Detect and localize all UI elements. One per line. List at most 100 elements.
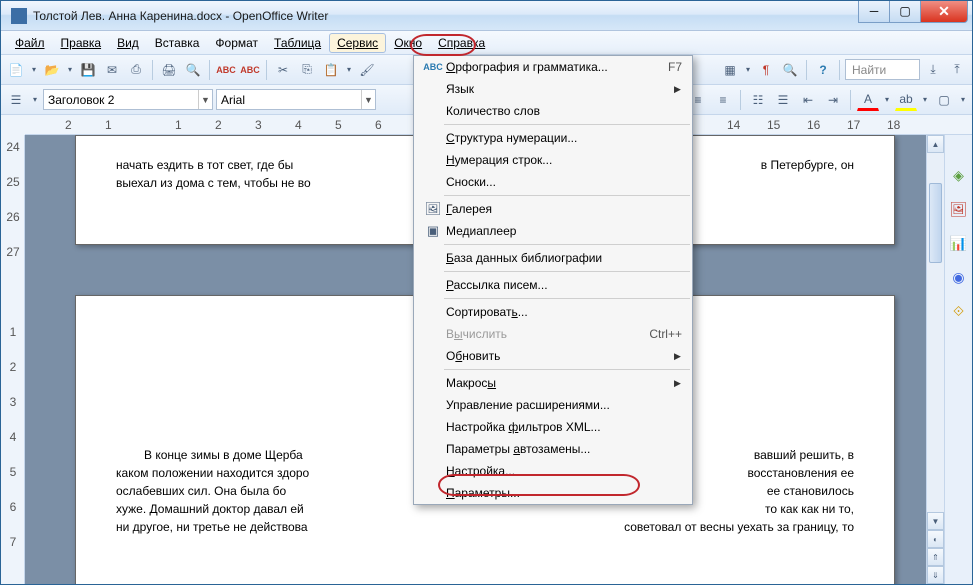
list-number-icon[interactable]: ☷: [747, 89, 769, 111]
menu-language[interactable]: Язык ▶: [414, 78, 692, 100]
maximize-button[interactable]: ▢: [889, 1, 921, 23]
menu-customize[interactable]: Настройка...: [414, 460, 692, 482]
open-dropdown[interactable]: ▾: [65, 65, 75, 74]
paste-dropdown[interactable]: ▾: [344, 65, 354, 74]
body-text: ослабевших сил. Она была бо: [116, 482, 286, 500]
menu-gallery[interactable]: 🖼 Галерея: [414, 198, 692, 220]
minimize-button[interactable]: ─: [858, 1, 890, 23]
font-combo[interactable]: Arial ▼: [216, 89, 376, 110]
scroll-up-icon[interactable]: ▲: [927, 135, 944, 153]
swatch-icon[interactable]: ◉: [949, 267, 969, 287]
submenu-arrow-icon: ▶: [674, 351, 686, 362]
menu-options[interactable]: Параметры...: [414, 482, 692, 504]
preview-icon[interactable]: 🔍: [182, 59, 204, 81]
copy-icon[interactable]: ⎘: [296, 59, 318, 81]
menu-xmlfilter[interactable]: Настройка фильтров XML...: [414, 416, 692, 438]
nav-down-icon[interactable]: ⇓: [927, 566, 944, 584]
nav-up-icon[interactable]: ⇑: [927, 548, 944, 566]
menu-insert[interactable]: Вставка: [147, 33, 208, 53]
title-bar: Толстой Лев. Анна Каренина.docx - OpenOf…: [1, 1, 972, 31]
save-icon[interactable]: 💾: [77, 59, 99, 81]
style-combo[interactable]: Заголовок 2 ▼: [43, 89, 213, 110]
find-input[interactable]: Найти: [845, 59, 920, 80]
body-text: то как как ни то,: [765, 500, 854, 518]
help-icon[interactable]: ?: [812, 59, 834, 81]
new-dropdown[interactable]: ▾: [29, 65, 39, 74]
chart-icon[interactable]: 📊: [949, 233, 969, 253]
body-text: выехал из дома с тем, чтобы не во: [116, 176, 311, 190]
indent-dec-icon[interactable]: ⇤: [797, 89, 819, 111]
new-doc-icon[interactable]: 📄: [5, 59, 27, 81]
menu-view[interactable]: Вид: [109, 33, 147, 53]
scroll-thumb[interactable]: [929, 183, 942, 263]
font-value: Arial: [221, 93, 245, 107]
find-prev-icon[interactable]: ⤒: [946, 59, 968, 81]
paste-icon[interactable]: 📋: [320, 59, 342, 81]
zoom-icon[interactable]: 🔍: [779, 59, 801, 81]
menu-spellcheck[interactable]: ABC Орфография и грамматика... F7: [414, 56, 692, 78]
chevron-down-icon[interactable]: ▼: [361, 90, 375, 109]
menu-format[interactable]: Формат: [207, 33, 266, 53]
style-value: Заголовок 2: [48, 93, 114, 107]
spellcheck-abc-icon[interactable]: ABC: [215, 59, 237, 81]
scroll-down-icon[interactable]: ▼: [927, 512, 944, 530]
menu-tools[interactable]: Сервис: [329, 33, 386, 53]
indent-inc-icon[interactable]: ⇥: [822, 89, 844, 111]
media-icon: ▣: [420, 223, 446, 239]
window-title: Толстой Лев. Анна Каренина.docx - OpenOf…: [33, 9, 859, 23]
print-icon[interactable]: 🖨: [158, 59, 180, 81]
menu-extensions[interactable]: Управление расширениями...: [414, 394, 692, 416]
window-buttons: ─ ▢ ✕: [859, 1, 968, 23]
menu-help[interactable]: Справка: [430, 33, 493, 53]
shortcut: F7: [644, 60, 686, 74]
menu-media[interactable]: ▣ Медиаплеер: [414, 220, 692, 242]
body-text: в Петербурге, он: [761, 156, 854, 174]
body-text: ее становилось: [767, 482, 854, 500]
menu-wordcount[interactable]: Количество слов: [414, 100, 692, 122]
vertical-scrollbar[interactable]: ▲ ▼ ◐ ⇑ ⇓: [926, 135, 944, 584]
cut-icon[interactable]: ✂: [272, 59, 294, 81]
tools-dropdown: ABC Орфография и грамматика... F7 Язык ▶…: [413, 55, 693, 505]
autospell-icon[interactable]: ABC: [239, 59, 261, 81]
vertical-ruler[interactable]: 24 25 26 27 1 2 3 4 5 6 7: [1, 135, 25, 584]
close-button[interactable]: ✕: [920, 1, 968, 23]
list-bullet-icon[interactable]: ☰: [772, 89, 794, 111]
menu-sort[interactable]: Сортировать...: [414, 301, 692, 323]
styles-icon[interactable]: ☰: [5, 89, 27, 111]
font-color-icon[interactable]: A: [857, 89, 879, 111]
menu-update[interactable]: Обновить ▶: [414, 345, 692, 367]
scroll-track[interactable]: [927, 153, 944, 512]
body-text: В конце зимы в доме Щерба: [116, 446, 303, 464]
menu-edit[interactable]: Правка: [53, 33, 110, 53]
menu-file[interactable]: Файл: [7, 33, 53, 53]
menu-window[interactable]: Окно: [386, 33, 430, 53]
nav-object-icon[interactable]: ◐: [927, 530, 944, 548]
submenu-arrow-icon: ▶: [674, 378, 686, 389]
menu-autocorrect[interactable]: Параметры автозамены...: [414, 438, 692, 460]
table-insert-icon[interactable]: ▦: [719, 59, 741, 81]
app-icon: [11, 8, 27, 24]
bookmark-icon[interactable]: ⟐: [949, 301, 969, 321]
pdf-icon[interactable]: ⎙: [125, 59, 147, 81]
format-paint-icon[interactable]: 🖌: [356, 59, 378, 81]
menu-table[interactable]: Таблица: [266, 33, 329, 53]
menu-macros[interactable]: Макросы ▶: [414, 372, 692, 394]
body-text: советовал от весны уехать за границу, то: [624, 518, 854, 536]
bgcolor-icon[interactable]: ▢: [933, 89, 955, 111]
highlight-icon[interactable]: ab: [895, 89, 917, 111]
open-icon[interactable]: 📂: [41, 59, 63, 81]
menu-linenum[interactable]: Нумерация строк...: [414, 149, 692, 171]
gallery-side-icon[interactable]: 🖼: [949, 199, 969, 219]
menu-outline[interactable]: Структура нумерации...: [414, 127, 692, 149]
find-next-icon[interactable]: ⤓: [922, 59, 944, 81]
chevron-down-icon[interactable]: ▼: [198, 90, 212, 109]
gallery-icon: 🖼: [420, 201, 446, 217]
menu-mailmerge[interactable]: Рассылка писем...: [414, 274, 692, 296]
align-justify-icon[interactable]: ≡: [712, 89, 734, 111]
menu-calc: Вычислить Ctrl++: [414, 323, 692, 345]
menu-footnotes[interactable]: Сноски...: [414, 171, 692, 193]
menu-biblio[interactable]: База данных библиографии: [414, 247, 692, 269]
email-icon[interactable]: ✉: [101, 59, 123, 81]
cube-icon[interactable]: ◈: [949, 165, 969, 185]
formatting-icon[interactable]: ¶: [755, 59, 777, 81]
